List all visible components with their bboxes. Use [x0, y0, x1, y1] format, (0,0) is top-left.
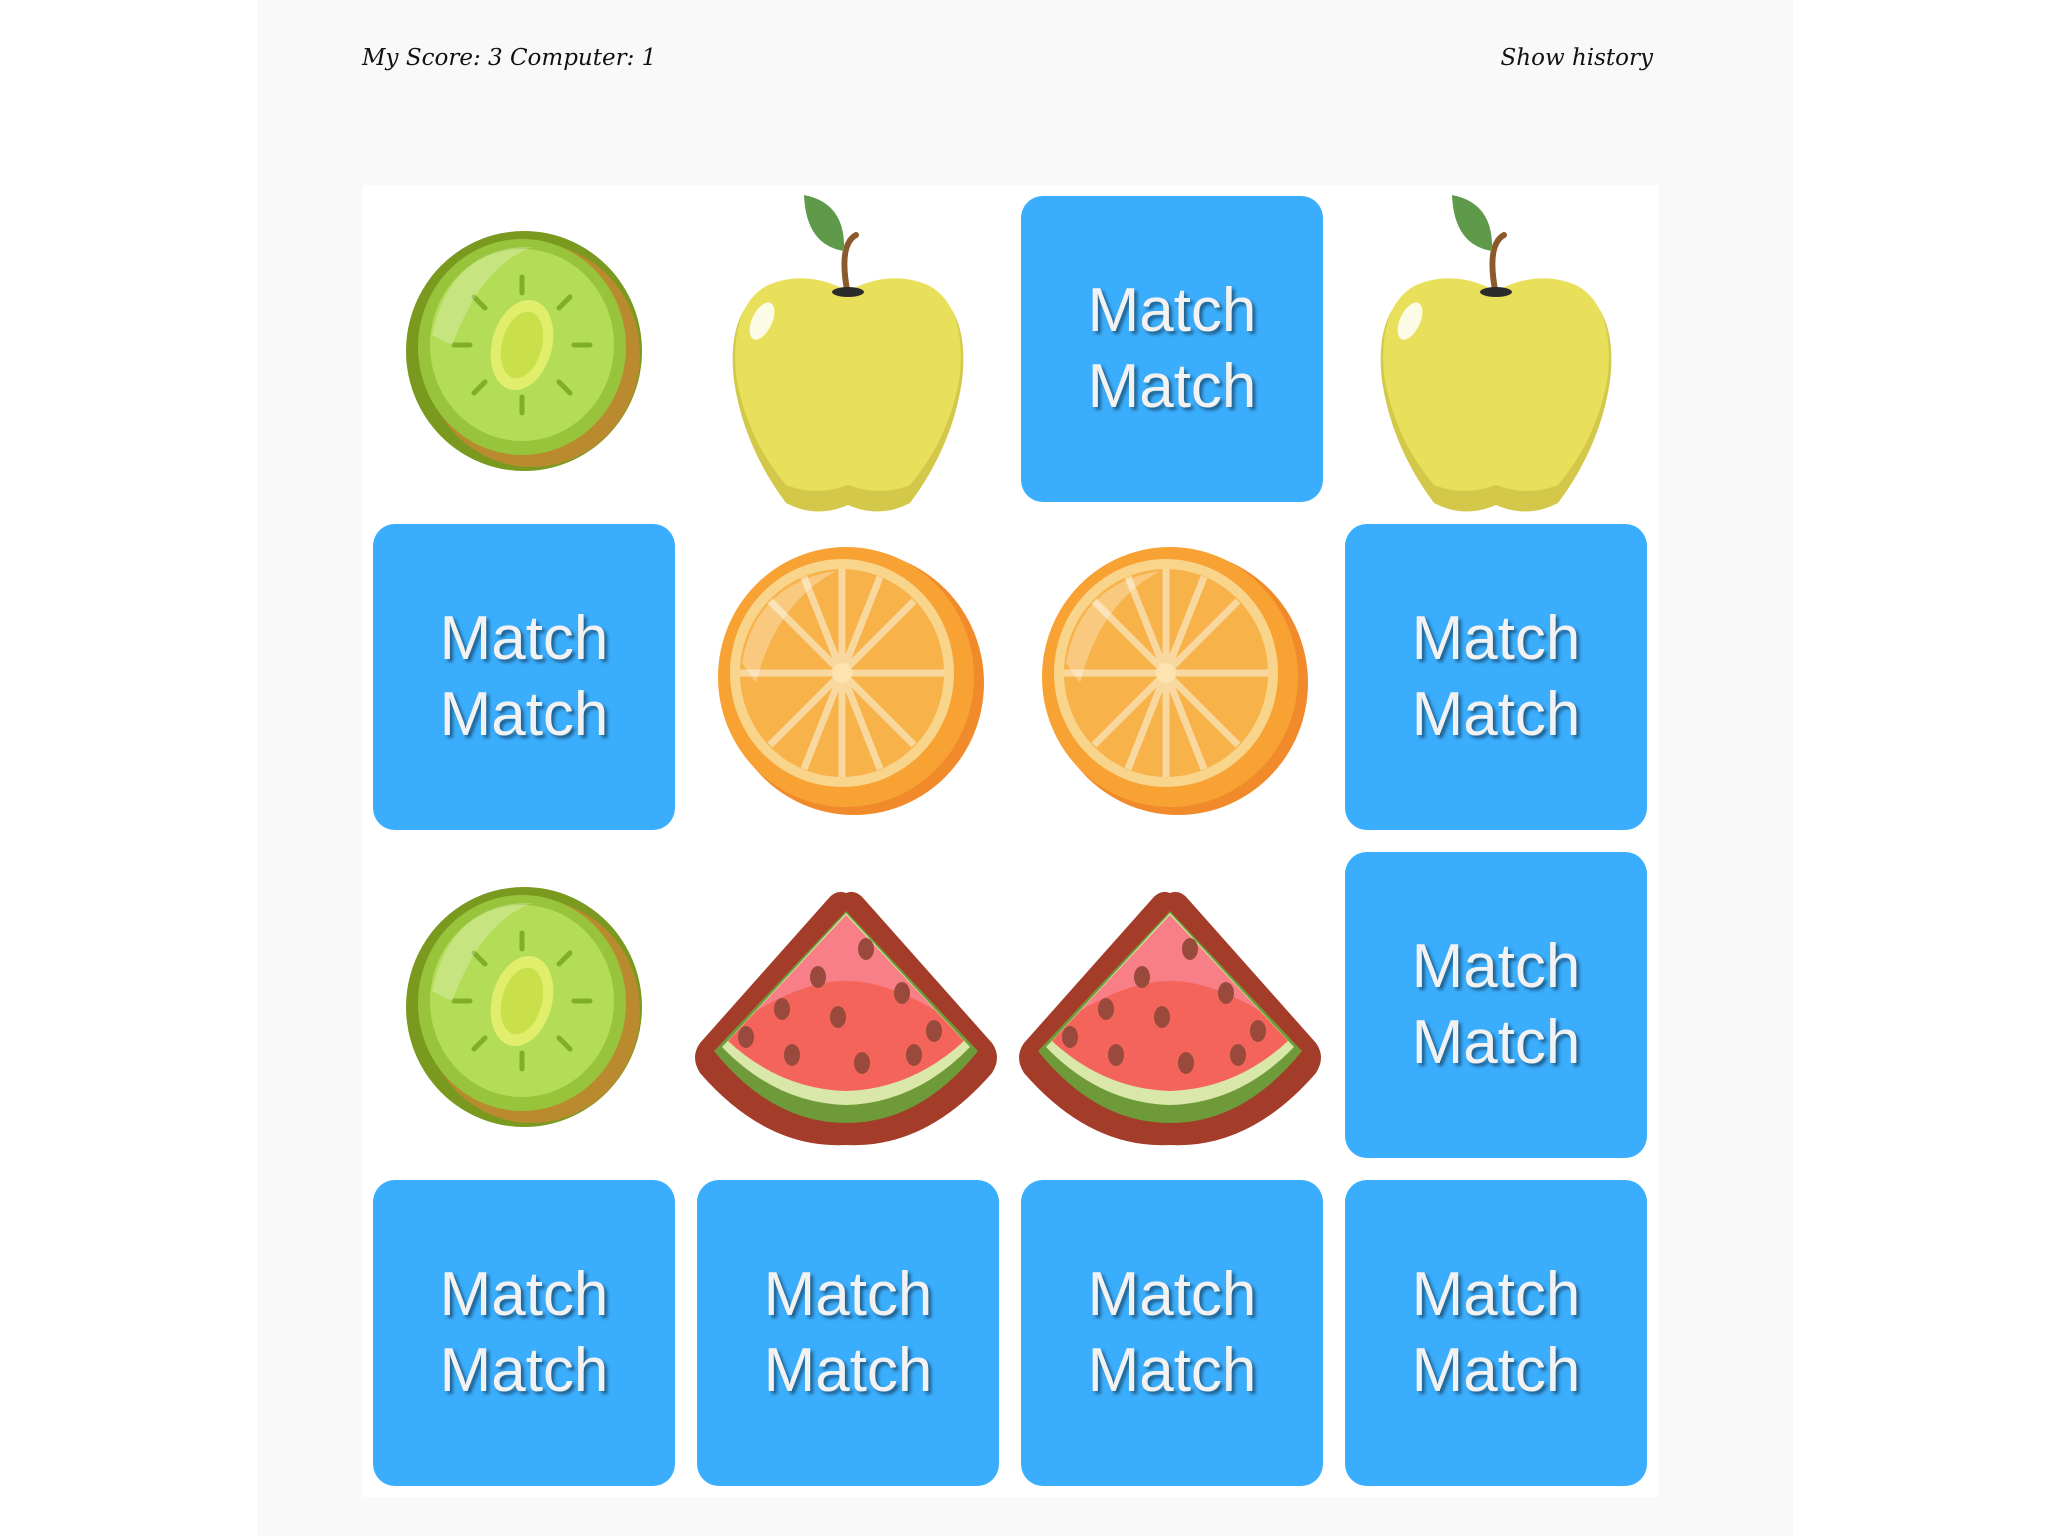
card-back-label: Match [763, 1260, 933, 1329]
card-back-label: Match [439, 680, 609, 749]
score-display: My Score: 3 Computer: 1 [362, 45, 657, 71]
card-face-down[interactable]: Match Match [1010, 1169, 1334, 1497]
card-back-label: Match [1087, 352, 1257, 421]
watermelon-icon [1019, 891, 1321, 1146]
card-back: Match Match [1021, 196, 1323, 502]
orange-icon [1042, 547, 1308, 815]
card-back: Match Match [373, 524, 675, 830]
card-back-label: Match [1411, 1008, 1581, 1077]
card-face-down[interactable]: Match Match [362, 1169, 686, 1497]
watermelon-icon [695, 891, 997, 1146]
card-face-down[interactable]: Match Match [1334, 1169, 1658, 1497]
card-back-label: Match [1411, 680, 1581, 749]
card-back: Match Match [1345, 1180, 1647, 1486]
card-face-down[interactable]: Match Match [686, 1169, 1010, 1497]
card-face-up-orange[interactable] [1010, 513, 1334, 841]
card-back: Match Match [1345, 852, 1647, 1158]
card-back-label: Match [763, 1336, 933, 1405]
card-face-down[interactable]: Match Match [1334, 841, 1658, 1169]
card-face-up-watermelon[interactable] [686, 841, 1010, 1169]
top-bar: My Score: 3 Computer: 1 Show history [362, 38, 1653, 78]
card-back-label: Match [439, 604, 609, 673]
apple-icon [732, 195, 964, 512]
card-face-up-apple[interactable] [686, 185, 1010, 513]
card-back: Match Match [1345, 524, 1647, 830]
card-back-label: Match [1411, 1260, 1581, 1329]
card-back-label: Match [1087, 1336, 1257, 1405]
card-back: Match Match [373, 1180, 675, 1486]
card-back: Match Match [697, 1180, 999, 1486]
card-back-label: Match [1087, 276, 1257, 345]
card-back-label: Match [1411, 1336, 1581, 1405]
game-page: My Score: 3 Computer: 1 Show history Mat… [257, 0, 1793, 1536]
game-board: Match Match Match Match Match Match Matc… [362, 185, 1658, 1497]
card-back-label: Match [439, 1260, 609, 1329]
card-face-up-kiwi[interactable] [362, 841, 686, 1169]
show-history-link[interactable]: Show history [1501, 45, 1653, 71]
card-back-label: Match [439, 1336, 609, 1405]
card-back: Match Match [1021, 1180, 1323, 1486]
card-back-label: Match [1411, 932, 1581, 1001]
card-face-down[interactable]: Match Match [1334, 513, 1658, 841]
card-back-label: Match [1087, 1260, 1257, 1329]
card-face-up-kiwi[interactable] [362, 185, 686, 513]
card-face-up-orange[interactable] [686, 513, 1010, 841]
card-back-label: Match [1411, 604, 1581, 673]
card-face-down[interactable]: Match Match [362, 513, 686, 841]
card-face-up-watermelon[interactable] [1010, 841, 1334, 1169]
apple-icon [1380, 195, 1612, 512]
card-face-down[interactable]: Match Match [1010, 185, 1334, 513]
card-face-up-apple[interactable] [1334, 185, 1658, 513]
kiwi-icon [406, 231, 642, 471]
orange-icon [718, 547, 984, 815]
kiwi-icon [406, 887, 642, 1127]
